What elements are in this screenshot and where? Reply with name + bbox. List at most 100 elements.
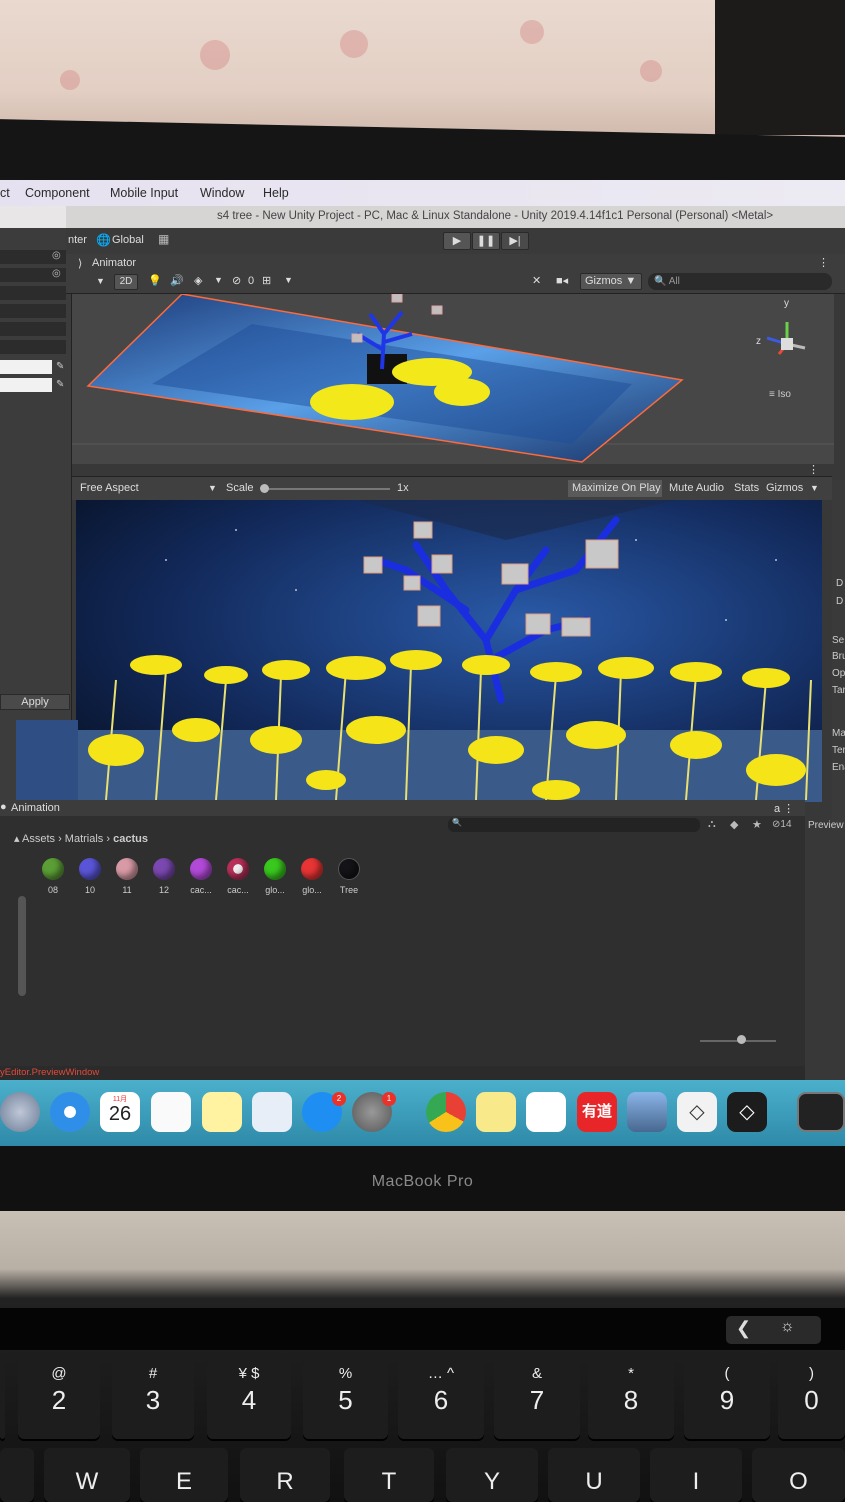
touch-bar-expand-icon[interactable]: ❮ — [736, 1318, 751, 1339]
unity-hub-icon[interactable]: ◇ — [677, 1092, 717, 1132]
script-editor-icon[interactable] — [526, 1092, 566, 1132]
iso-label[interactable]: ≡ Iso — [769, 389, 791, 400]
key-0[interactable]: ) 0 — [778, 1357, 845, 1439]
scale-slider-thumb[interactable] — [260, 484, 269, 493]
scene-view[interactable]: y z ≡ Iso — [72, 294, 834, 464]
breadcrumb-toggle-icon[interactable]: ▴ — [14, 833, 20, 845]
animation-tab[interactable]: Animation — [11, 802, 60, 814]
youdao-icon[interactable]: 有道 — [577, 1092, 617, 1132]
gizmos-dropdown-arrow[interactable]: ▼ — [810, 483, 819, 493]
unity-icon[interactable]: ◇ — [727, 1092, 767, 1132]
project-search-input[interactable]: 🔍 — [448, 818, 700, 832]
grid-snap-icon[interactable]: ▦ — [158, 232, 169, 246]
notes-icon[interactable] — [202, 1092, 242, 1132]
aspect-dropdown[interactable]: Free Aspect — [80, 482, 139, 494]
menu-mobile-input[interactable]: Mobile Input — [110, 186, 178, 200]
reminders-icon[interactable] — [151, 1092, 191, 1132]
key-2[interactable]: @2 — [18, 1357, 100, 1439]
target-icon[interactable]: ◎ — [52, 250, 61, 261]
key-8[interactable]: * 8 — [588, 1357, 674, 1439]
pause-button[interactable]: ❚❚ — [472, 232, 500, 250]
asset-item[interactable]: glo... — [258, 858, 292, 895]
filter-type-icon[interactable]: ⛬ — [708, 818, 716, 831]
keynote-icon[interactable] — [252, 1092, 292, 1132]
menu-help[interactable]: Help — [263, 186, 289, 200]
key-r[interactable]: R — [240, 1448, 330, 1502]
key-w[interactable]: W — [44, 1448, 130, 1502]
asset-item[interactable]: 08 — [36, 858, 70, 895]
asset-item[interactable]: glo... — [295, 858, 329, 895]
key-6[interactable]: … ^ 6 — [398, 1357, 484, 1439]
stats-toggle[interactable]: Stats — [734, 482, 759, 494]
2d-toggle[interactable]: 2D — [114, 274, 138, 290]
asset-item[interactable]: 10 — [73, 858, 107, 895]
breadcrumb-cactus[interactable]: cactus — [113, 833, 148, 845]
eyedropper-icon[interactable]: ✎ — [56, 379, 64, 390]
key-5[interactable]: % 5 — [303, 1357, 388, 1439]
step-button[interactable]: ▶| — [501, 232, 529, 250]
maximize-on-play-toggle[interactable]: Maximize On Play — [568, 480, 662, 497]
key-e[interactable]: E — [140, 1448, 228, 1502]
aspect-dropdown-arrow[interactable]: ▼ — [208, 483, 217, 493]
inspector-field[interactable] — [0, 340, 66, 354]
grid-icon[interactable]: ⊞ — [262, 274, 271, 287]
inspector-field[interactable] — [0, 286, 66, 300]
more-options-icon[interactable]: ⋮ — [808, 463, 819, 476]
mute-audio-toggle[interactable]: Mute Audio — [669, 482, 724, 494]
brightness-icon[interactable]: ☼ — [780, 1318, 795, 1336]
lock-icon[interactable]: a ⋮ — [774, 802, 794, 815]
hidden-objects-icon[interactable]: ⊘ — [232, 274, 241, 287]
key-o[interactable]: O — [752, 1448, 845, 1502]
shading-dropdown[interactable]: ▼ — [96, 276, 105, 286]
key-q[interactable] — [0, 1448, 34, 1502]
asset-item[interactable]: 11 — [110, 858, 144, 895]
key-3[interactable]: #3 — [112, 1357, 194, 1439]
filter-label-icon[interactable]: ◆ — [730, 818, 738, 831]
menu-project[interactable]: ct — [0, 186, 10, 200]
folder-tree-scrollbar[interactable] — [18, 896, 26, 996]
color-field[interactable] — [0, 378, 52, 392]
effects-icon[interactable]: ◈ — [194, 274, 202, 287]
color-field[interactable] — [0, 360, 52, 374]
favorite-icon[interactable]: ★ — [752, 818, 762, 831]
play-button[interactable]: ▶ — [443, 232, 471, 250]
game-view[interactable] — [76, 500, 822, 802]
key-9[interactable]: (9 — [684, 1357, 770, 1439]
key-i[interactable]: I — [650, 1448, 742, 1502]
asset-item[interactable]: 12 — [147, 858, 181, 895]
pivot-toggle[interactable]: nter — [68, 234, 87, 246]
key-t[interactable]: T — [344, 1448, 434, 1502]
gizmos-dropdown[interactable]: Gizmos ▼ — [580, 273, 642, 290]
key-7[interactable]: & 7 — [494, 1357, 580, 1439]
menu-window[interactable]: Window — [200, 186, 244, 200]
lighting-icon[interactable]: 💡 — [148, 274, 162, 287]
grid-dropdown[interactable]: ▼ — [284, 275, 293, 285]
scale-slider-track[interactable] — [262, 488, 390, 490]
target-icon[interactable]: ◎ — [52, 268, 61, 279]
key-4[interactable]: ¥ $ 4 — [207, 1357, 291, 1439]
launchpad-icon[interactable] — [0, 1092, 40, 1132]
preview-label[interactable]: Preview — [808, 820, 844, 831]
stickies-icon[interactable] — [476, 1092, 516, 1132]
tools-icon[interactable]: ✕ — [532, 274, 541, 287]
breadcrumb-matrials[interactable]: Matrials — [65, 833, 104, 845]
audio-icon[interactable]: 🔊 — [170, 274, 184, 287]
icon-size-slider-thumb[interactable] — [737, 1035, 746, 1044]
asset-item[interactable]: cac... — [184, 858, 218, 895]
asset-item[interactable]: Tree — [332, 858, 366, 895]
key-1[interactable] — [0, 1357, 5, 1439]
chrome-icon[interactable] — [426, 1092, 466, 1132]
inspector-field[interactable] — [0, 304, 66, 318]
apply-button[interactable]: Apply — [0, 694, 70, 710]
key-y[interactable]: Y — [446, 1448, 538, 1502]
preview-app-icon[interactable] — [627, 1092, 667, 1132]
asset-item[interactable]: cac... — [221, 858, 255, 895]
calendar-icon[interactable]: 11月 26 — [100, 1092, 140, 1132]
breadcrumb-assets[interactable]: Assets — [22, 833, 55, 845]
screen-sharing-icon[interactable] — [797, 1092, 845, 1132]
gizmos-toggle[interactable]: Gizmos — [766, 482, 803, 494]
inspector-field[interactable] — [0, 322, 66, 336]
eyedropper-icon[interactable]: ✎ — [56, 361, 64, 372]
more-options-icon[interactable]: ⋮ — [818, 256, 829, 269]
effects-dropdown[interactable]: ▼ — [214, 275, 223, 285]
